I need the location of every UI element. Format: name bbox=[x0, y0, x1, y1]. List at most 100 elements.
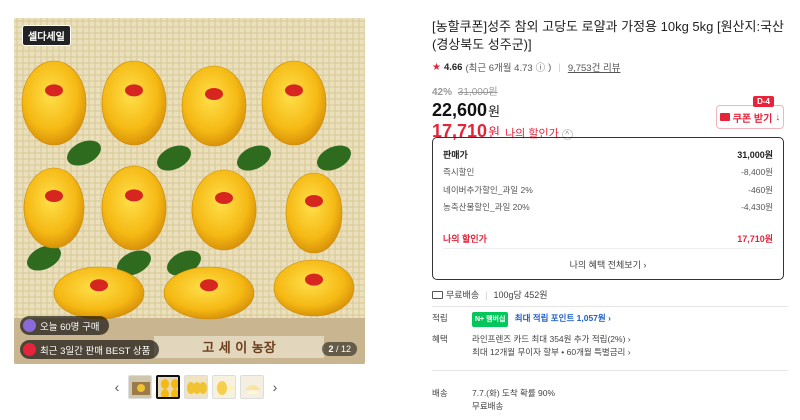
discount-row: 42% 31,000원 bbox=[432, 83, 788, 98]
breakdown-value: -4,430원 bbox=[741, 202, 773, 213]
melon bbox=[21, 60, 87, 146]
rating-score: 4.66 bbox=[443, 61, 463, 73]
sale-price-unit: 원 bbox=[488, 104, 501, 119]
melon-sticker bbox=[305, 195, 323, 207]
melon bbox=[23, 167, 85, 249]
free-shipping-text: 무료배송 bbox=[446, 290, 480, 300]
thumbnail-1[interactable] bbox=[128, 375, 152, 399]
melon-sticker bbox=[285, 84, 303, 97]
breakdown-label: 즉시할인 bbox=[443, 167, 475, 178]
breakdown-my-label: 나의 할인가 bbox=[443, 234, 487, 245]
breakdown-label: 네이버추가할인_과일 2% bbox=[443, 184, 533, 195]
melon bbox=[101, 165, 167, 251]
breakdown-value: 31,000원 bbox=[737, 150, 773, 161]
breakdown-row: 즉시할인 -8,400원 bbox=[443, 164, 773, 182]
thumbnail-5[interactable] bbox=[240, 375, 264, 399]
rating-recent-close: ) bbox=[548, 61, 552, 73]
card-benefit-link[interactable]: 라인프렌즈 카드 최대 354원 추가 적립(2%) › bbox=[472, 333, 631, 346]
thumbnail-2[interactable] bbox=[156, 375, 180, 399]
breakdown-row: 네이버추가할인_과일 2% -460원 bbox=[443, 181, 773, 199]
today-purchase-pill: 오늘 60명 구매 bbox=[20, 316, 109, 335]
divider: | bbox=[485, 289, 488, 300]
rating-recent: (최근 6개월 4.73 bbox=[465, 63, 533, 74]
sale-badge: 셀다세일 bbox=[22, 25, 71, 46]
today-purchase-text: 오늘 60명 구매 bbox=[40, 321, 100, 333]
shipping-summary: 무료배송 | 100g당 452원 bbox=[432, 288, 548, 301]
melon-sticker bbox=[45, 84, 63, 97]
melon bbox=[285, 172, 343, 254]
delivery-fee: 무료배송 bbox=[472, 401, 504, 411]
section-divider bbox=[432, 370, 788, 371]
melon-sticker bbox=[90, 279, 108, 292]
melon bbox=[163, 266, 255, 320]
melon bbox=[261, 60, 327, 146]
breakdown-row: 판매가 31,000원 bbox=[443, 146, 773, 164]
truck-icon bbox=[432, 290, 443, 299]
purchase-icon bbox=[23, 319, 36, 332]
npay-membership-icon: N+ 멤버십 bbox=[472, 312, 509, 327]
melon-sticker bbox=[205, 88, 223, 100]
melon bbox=[101, 60, 167, 146]
breakdown-my-price-row: 나의 할인가 17,710원 bbox=[443, 230, 773, 248]
thumbnail-strip: ‹ › bbox=[110, 375, 282, 399]
delivery-row: 배송 7.7.(화) 도착 확률 90% 무료배송 bbox=[432, 387, 555, 413]
max-points-link[interactable]: 최대 적립 포인트 1,057원 › bbox=[515, 313, 611, 323]
download-arrow-icon: ↓ bbox=[775, 111, 781, 123]
thumbnail-4[interactable] bbox=[212, 375, 236, 399]
original-price: 31,000원 bbox=[457, 87, 498, 98]
best-seller-text: 최근 3일간 판매 BEST 상품 bbox=[40, 345, 151, 357]
delivery-eta: 7.7.(화) 도착 확률 90% bbox=[472, 388, 556, 398]
melon bbox=[191, 169, 257, 251]
coupon-dday-tag: D-4 bbox=[753, 96, 774, 107]
image-page-counter: 2 / 12 bbox=[322, 342, 357, 356]
coupon-area: D-4 쿠폰 받기 ↓ bbox=[716, 96, 784, 129]
breakdown-row: 농축산물할인_과일 20% -4,430원 bbox=[443, 199, 773, 217]
price-breakdown-box: 판매가 31,000원 즉시할인 -8,400원 네이버추가할인_과일 2% -… bbox=[432, 137, 784, 280]
counter-total: 12 bbox=[340, 344, 351, 354]
discount-rate: 42% bbox=[432, 87, 453, 98]
info-icon[interactable]: ⓘ bbox=[536, 60, 546, 74]
product-main-image[interactable]: 고 세 이 농장 셀다세일 오늘 60명 구매 최근 3일간 판매 BEST 상… bbox=[14, 18, 365, 364]
melon bbox=[273, 259, 355, 317]
melon-sticker bbox=[305, 273, 323, 286]
sale-price: 22,600 bbox=[432, 100, 488, 120]
unit-price-text: 100g당 452원 bbox=[493, 290, 548, 300]
star-icon: ★ bbox=[432, 61, 441, 73]
thumb-next-arrow-icon[interactable]: › bbox=[268, 379, 282, 395]
breakdown-label: 농축산물할인_과일 20% bbox=[443, 202, 530, 213]
svg-text:고 세 이 농장: 고 세 이 농장 bbox=[202, 340, 275, 356]
product-info: [농할쿠폰]성주 참외 고당도 로얄과 가정용 10kg 5kg [원산지:국산… bbox=[432, 18, 788, 411]
breakdown-value: -460원 bbox=[748, 184, 773, 195]
delivery-key: 배송 bbox=[432, 388, 448, 398]
thumbnail-3[interactable] bbox=[184, 375, 208, 399]
benefits-row: 혜택 라인프렌즈 카드 최대 354원 추가 적립(2%) › 최대 12개월 … bbox=[432, 333, 631, 359]
get-coupon-label: 쿠폰 받기 bbox=[732, 113, 773, 125]
best-seller-pill: 최근 3일간 판매 BEST 상품 bbox=[20, 340, 160, 359]
points-row: 적립 N+ 멤버십 최대 적립 포인트 1,057원 › bbox=[432, 312, 611, 327]
product-title: [농할쿠폰]성주 참외 고당도 로얄과 가정용 10kg 5kg [원산지:국산… bbox=[432, 19, 785, 52]
melon-sticker bbox=[215, 192, 233, 204]
breakdown-my-value: 17,710원 bbox=[737, 234, 773, 245]
melon bbox=[181, 65, 247, 147]
divider: | bbox=[558, 61, 561, 73]
melon-sticker bbox=[125, 189, 143, 202]
counter-current: 2 bbox=[328, 344, 334, 354]
review-count-link[interactable]: 9,753건 리뷰 bbox=[568, 60, 621, 74]
best-icon bbox=[23, 343, 36, 356]
thumb-prev-arrow-icon[interactable]: ‹ bbox=[110, 379, 124, 395]
benefits-key: 혜택 bbox=[432, 334, 448, 344]
coupon-icon bbox=[719, 113, 730, 121]
melon bbox=[53, 266, 145, 320]
breakdown-label: 판매가 bbox=[443, 150, 468, 161]
breakdown-value: -8,400원 bbox=[741, 167, 773, 178]
view-all-benefits-link[interactable]: 나의 혜택 전체보기 › bbox=[443, 248, 773, 271]
installment-benefit-link[interactable]: 최대 12개월 무이자 할부 • 60개월 특별금리 › bbox=[472, 346, 631, 359]
rating-row: ★ 4.66 (최근 6개월 4.73 ⓘ) | 9,753건 리뷰 bbox=[432, 60, 788, 75]
points-key: 적립 bbox=[432, 313, 448, 323]
get-coupon-button[interactable]: 쿠폰 받기 ↓ bbox=[716, 105, 784, 129]
melon-sticker bbox=[125, 84, 143, 97]
melon-sticker bbox=[200, 279, 218, 292]
melon-box-photo: 고 세 이 농장 bbox=[14, 18, 365, 364]
section-divider bbox=[432, 306, 788, 307]
melon-sticker bbox=[45, 190, 63, 202]
